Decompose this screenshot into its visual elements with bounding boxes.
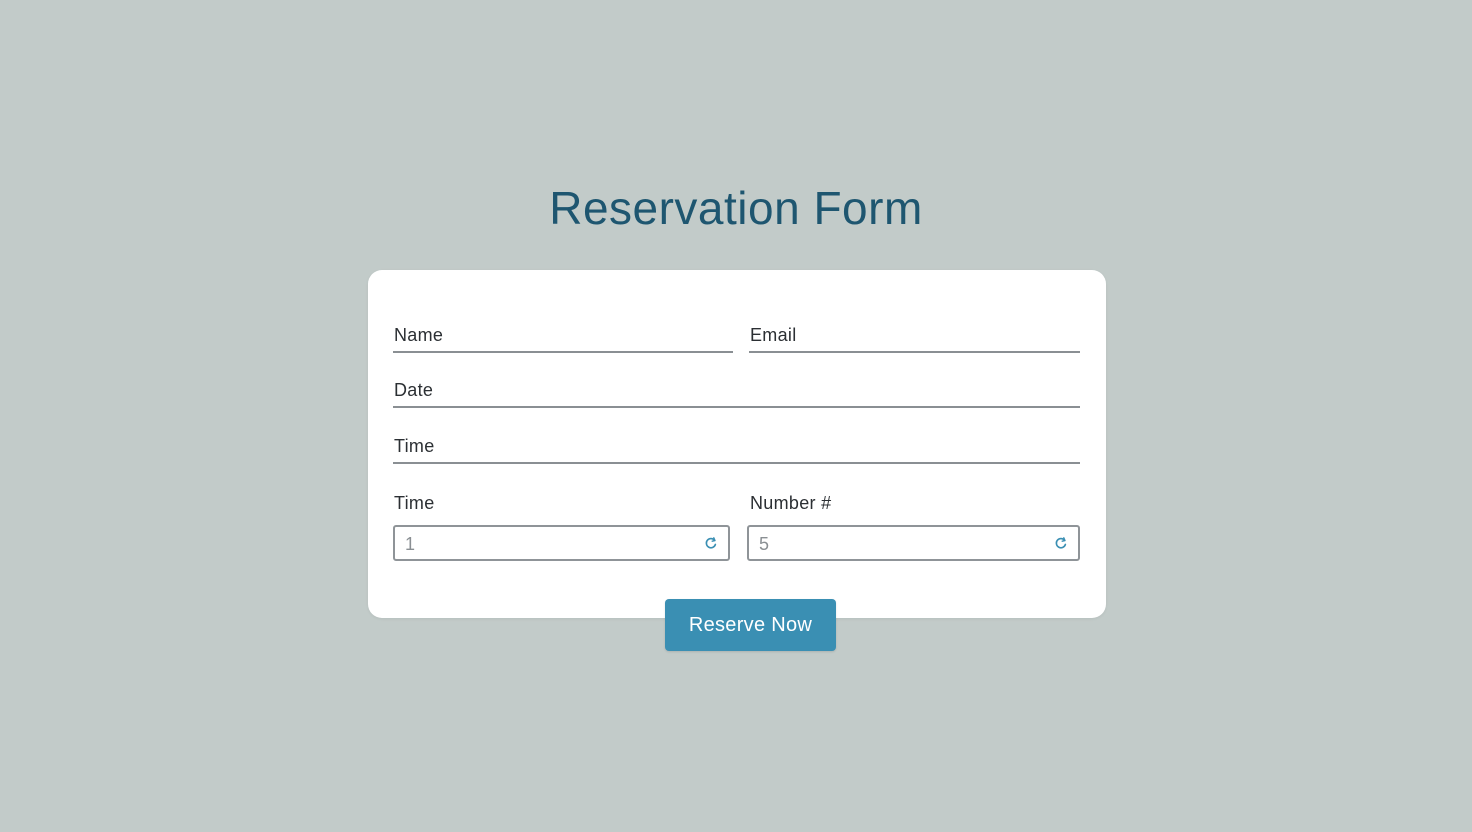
date-field[interactable]: Date xyxy=(393,374,1080,408)
spin-arrows-icon[interactable] xyxy=(1054,536,1068,550)
time-label: Time xyxy=(394,436,435,456)
number-stepper[interactable]: 5 xyxy=(747,525,1080,561)
reserve-now-button[interactable]: Reserve Now xyxy=(665,599,836,651)
name-label: Name xyxy=(394,325,444,345)
reservation-form-card: Name Email Date Time Time Number # 1 5 xyxy=(368,270,1106,618)
email-field[interactable]: Email xyxy=(749,319,1080,353)
time-stepper[interactable]: 1 xyxy=(393,525,730,561)
time-stepper-label: Time xyxy=(394,493,435,513)
time-stepper-value: 1 xyxy=(405,534,416,554)
time-field[interactable]: Time xyxy=(393,430,1080,464)
spin-arrows-icon[interactable] xyxy=(704,536,718,550)
number-stepper-value: 5 xyxy=(759,534,770,554)
number-stepper-label: Number # xyxy=(750,493,832,513)
email-label: Email xyxy=(750,325,797,345)
name-field[interactable]: Name xyxy=(393,319,733,353)
date-label: Date xyxy=(394,380,434,400)
page-title: Reservation Form xyxy=(549,182,923,234)
